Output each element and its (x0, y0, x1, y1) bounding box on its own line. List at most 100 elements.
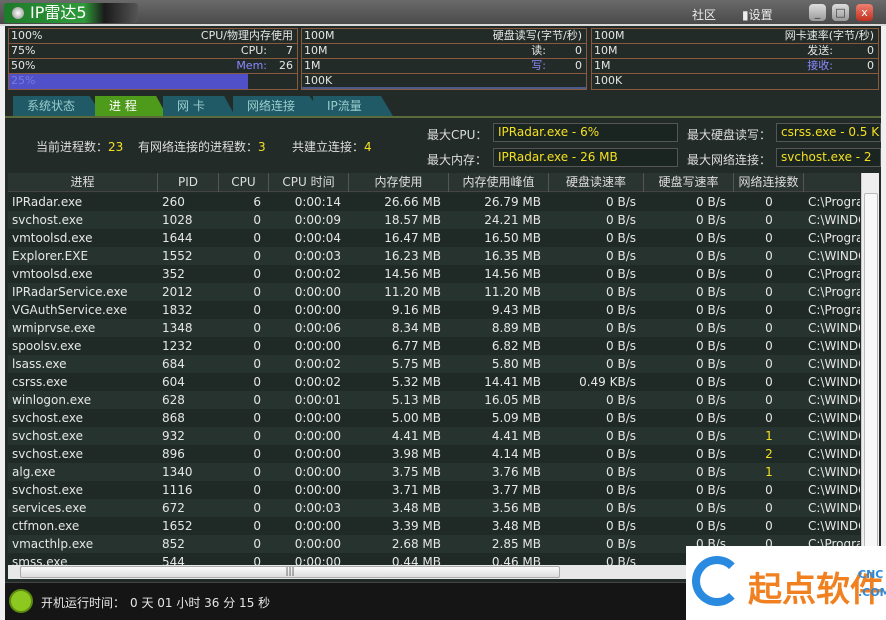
table-row[interactable]: lsass.exe 684 0 0:00:02 5.75 MB 5.80 MB 0 B/s 0… (8, 355, 860, 373)
cell-mem: 3.71 MB (391, 483, 441, 497)
tab-system-status[interactable]: 系统状态 (13, 96, 103, 116)
table-row[interactable]: spoolsv.exe 1232 0 0:00:00 6.77 MB 6.82 MB 0 B… (8, 337, 860, 355)
cell-mem-peak: 3.77 MB (491, 483, 541, 497)
column-header-disk-write[interactable]: 硬盘写速率 (644, 173, 734, 192)
cell-mem: 3.75 MB (391, 465, 441, 479)
cell-name: winlogon.exe (12, 393, 92, 407)
column-header-name[interactable]: 进程 (8, 173, 158, 192)
cell-path: C:\WINDO (808, 213, 860, 227)
mem-value: 26 (279, 59, 293, 72)
watermark-sub: .COM (858, 586, 886, 599)
maximize-button[interactable]: □ (832, 4, 849, 21)
network-graph: 100M 网卡速率(字节/秒) 10M 发送: 0 1M 接收: 0 100K (591, 28, 879, 90)
max-mem-label: 最大内存： (427, 153, 488, 167)
cell-name: svchost.exe (12, 411, 83, 425)
column-header-cpu-time[interactable]: CPU 时间 (269, 173, 349, 192)
scale-label: 1M (304, 59, 321, 72)
cell-name: IPRadarService.exe (12, 285, 128, 299)
cell-disk-write: 0 B/s (696, 195, 726, 209)
scroll-thumb[interactable] (864, 193, 878, 553)
table-row[interactable]: vmtoolsd.exe 1644 0 0:00:04 16.47 MB 16.50 MB… (8, 229, 860, 247)
vertical-scrollbar[interactable] (861, 173, 879, 565)
cell-mem: 5.13 MB (391, 393, 441, 407)
tab-ip-traffic[interactable]: IP流量 (313, 96, 393, 116)
cell-path: C:\WINDO (808, 483, 860, 497)
column-header-mem-peak[interactable]: 内存使用峰值 (449, 173, 549, 192)
cell-disk-write: 0 B/s (696, 267, 726, 281)
mem-label: Mem: (236, 59, 267, 72)
title-bar: IP雷达5 社区 ▮设置 _ □ x (0, 0, 886, 26)
table-row[interactable]: svchost.exe 868 0 0:00:00 5.00 MB 5.09 MB 0 B/… (8, 409, 860, 427)
max-net-value: svchost.exe - 2 (776, 148, 881, 167)
read-label: 读: (531, 44, 546, 57)
cell-connections: 0 (765, 393, 773, 407)
cell-connections: 0 (765, 339, 773, 353)
cell-name: svchost.exe (12, 429, 83, 443)
cell-connections: 0 (765, 195, 773, 209)
cell-name: VGAuthService.exe (12, 303, 128, 317)
cell-path: C:\WINDO (808, 429, 860, 443)
max-mem-value: IPRadar.exe - 26 MB (493, 148, 678, 167)
table-row[interactable]: VGAuthService.exe 1832 0 0:00:00 9.16 MB 9.43… (8, 301, 860, 319)
cell-mem-peak: 16.05 MB (484, 393, 541, 407)
process-count: 当前进程数：23 (36, 138, 123, 155)
scale-label: 100M (594, 29, 625, 42)
table-row[interactable]: IPRadarService.exe 2012 0 0:00:00 11.20 MB 11… (8, 283, 860, 301)
table-row[interactable]: winlogon.exe 628 0 0:00:01 5.13 MB 16.05 MB 0 … (8, 391, 860, 409)
column-header-cpu[interactable]: CPU (219, 173, 269, 192)
settings-link[interactable]: ▮设置 (742, 6, 773, 23)
cell-pid: 1348 (162, 321, 193, 335)
table-row[interactable]: ctfmon.exe 1652 0 0:00:00 3.39 MB 3.48 MB 0 B/… (8, 517, 860, 535)
tab-network-connections[interactable]: 网络连接 (233, 96, 323, 116)
column-header-mem[interactable]: 内存使用 (349, 173, 449, 192)
cell-cpu: 6 (253, 195, 261, 209)
cell-cpu-time: 0:00:02 (294, 375, 341, 389)
cell-cpu-time: 0:00:00 (294, 519, 341, 533)
cell-mem: 16.47 MB (384, 231, 441, 245)
cell-pid: 1028 (162, 213, 193, 227)
cell-cpu: 0 (253, 213, 261, 227)
scroll-thumb[interactable]: ||| (20, 566, 560, 578)
table-row[interactable]: svchost.exe 896 0 0:00:00 3.98 MB 4.14 MB 0 B/… (8, 445, 860, 463)
table-row[interactable]: csrss.exe 604 0 0:00:02 5.32 MB 14.41 MB 0.49 … (8, 373, 860, 391)
cell-connections: 1 (765, 429, 773, 443)
max-cpu-label: 最大CPU： (427, 128, 488, 142)
cell-name: svchost.exe (12, 447, 83, 461)
cell-cpu: 0 (253, 375, 261, 389)
cell-pid: 1652 (162, 519, 193, 533)
close-button[interactable]: x (856, 4, 873, 21)
cell-mem-peak: 26.79 MB (484, 195, 541, 209)
cell-connections: 0 (765, 519, 773, 533)
tab-network-card[interactable]: 网 卡 (163, 96, 235, 116)
column-header-connections[interactable]: 网络连接数 (734, 173, 804, 192)
minimize-button[interactable]: _ (809, 4, 826, 21)
watermark-logo: 起点软件 CNC .COM (686, 546, 886, 620)
cell-path: C:\WINDO (808, 447, 860, 461)
table-row[interactable]: Explorer.EXE 1552 0 0:00:03 16.23 MB 16.35 MB… (8, 247, 860, 265)
table-row[interactable]: IPRadar.exe 260 6 0:00:14 26.66 MB 26.79 MB 0 … (8, 193, 860, 211)
cell-path: C:\WINDO (808, 519, 860, 533)
cell-pid: 852 (162, 537, 185, 551)
table-row[interactable]: wmiprvse.exe 1348 0 0:00:06 8.34 MB 8.89 MB 0 … (8, 319, 860, 337)
cell-mem-peak: 9.43 MB (491, 303, 541, 317)
cell-mem: 16.23 MB (384, 249, 441, 263)
value: 3 (258, 140, 266, 154)
column-header-disk-read[interactable]: 硬盘读速率 (549, 173, 644, 192)
community-link[interactable]: 社区 (692, 6, 716, 23)
cell-cpu-time: 0:00:00 (294, 555, 341, 565)
cell-disk-write: 0 B/s (696, 303, 726, 317)
cell-name: vmacthlp.exe (12, 537, 94, 551)
cell-mem: 4.41 MB (391, 429, 441, 443)
watermark-sub: CNC (858, 568, 884, 581)
tab-processes[interactable]: 进 程 (95, 96, 167, 116)
column-header-pid[interactable]: PID (158, 173, 219, 192)
table-row[interactable]: vmtoolsd.exe 352 0 0:00:02 14.56 MB 14.56 MB 0… (8, 265, 860, 283)
cell-path: C:\Progra (808, 285, 860, 299)
table-row[interactable]: svchost.exe 1028 0 0:00:09 18.57 MB 24.21 MB 0… (8, 211, 860, 229)
table-row[interactable]: services.exe 672 0 0:00:03 3.48 MB 3.56 MB 0 B… (8, 499, 860, 517)
cell-name: svchost.exe (12, 483, 83, 497)
scale-label: 10M (594, 44, 618, 57)
table-row[interactable]: svchost.exe 1116 0 0:00:00 3.71 MB 3.77 MB 0 B… (8, 481, 860, 499)
table-row[interactable]: alg.exe 1340 0 0:00:00 3.75 MB 3.76 MB 0 B/s 0 … (8, 463, 860, 481)
table-row[interactable]: svchost.exe 932 0 0:00:00 4.41 MB 4.41 MB 0 B/… (8, 427, 860, 445)
